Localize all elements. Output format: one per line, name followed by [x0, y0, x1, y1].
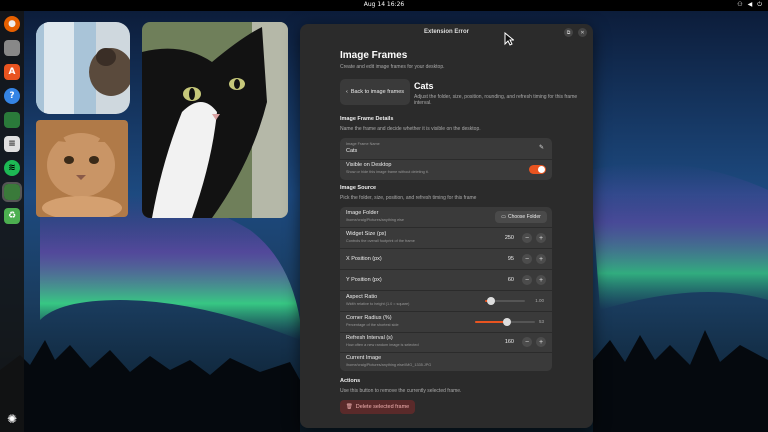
refresh-interval-decrement-button[interactable]: −: [522, 337, 532, 347]
refresh-interval-hint: How often a new random image is selected: [346, 343, 419, 347]
help-icon[interactable]: ?: [4, 88, 20, 104]
trash-icon: 🗑: [345, 404, 353, 410]
files-icon[interactable]: [4, 40, 20, 56]
back-button[interactable]: ‹ Back to image frames: [340, 79, 410, 105]
visible-row: Visible on Desktop Show or hide this ima…: [340, 160, 552, 180]
visible-toggle[interactable]: [529, 165, 546, 174]
name-field-label: Image Frame Name: [346, 142, 380, 146]
aspect-ratio-hint: Width relative to height (1.0 = square): [346, 302, 410, 306]
corner-radius-hint: Percentage of the shortest side: [346, 323, 399, 327]
app-center-icon[interactable]: A: [4, 64, 20, 80]
firefox-icon[interactable]: ●: [4, 16, 20, 32]
y-position-decrement-button[interactable]: −: [522, 275, 532, 285]
volume-icon[interactable]: ◀: [748, 1, 753, 9]
folder-path: /home/craig/Pictures/anything else: [346, 218, 405, 222]
window-title: Extension Error: [423, 29, 469, 35]
details-section-subtitle: Name the frame and decide whether it is …: [340, 126, 481, 132]
corner-radius-slider-handle[interactable]: [502, 318, 511, 326]
widget-size-value[interactable]: 250: [505, 235, 514, 241]
folder-row: Image Folder /home/craig/Pictures/anythi…: [340, 207, 552, 227]
choose-folder-button[interactable]: ▭ Choose Folder: [495, 211, 547, 223]
refresh-interval-increment-button[interactable]: +: [536, 337, 546, 347]
x-position-row: X Position (px) 95 − +: [340, 249, 552, 269]
copy-icon[interactable]: ⧉: [564, 28, 573, 37]
corner-radius-label: Corner Radius (%): [346, 315, 392, 321]
clock[interactable]: Aug 14 16:26: [0, 1, 768, 8]
name-row[interactable]: Image Frame Name Cats ✎: [340, 138, 552, 159]
widget-size-increment-button[interactable]: +: [536, 233, 546, 243]
frame-subtitle: Adjust the folder, size, position, round…: [414, 94, 578, 100]
x-position-label: X Position (px): [346, 256, 382, 262]
edit-icon[interactable]: ✎: [539, 144, 544, 151]
refresh-interval-label: Refresh Interval (s): [346, 335, 393, 341]
widget-size-hint: Controls the overall footprint of the fr…: [346, 239, 415, 243]
close-icon[interactable]: ✕: [578, 28, 587, 37]
widget-size-row: Widget Size (px) Controls the overall fo…: [340, 228, 552, 248]
source-card: Image Folder /home/craig/Pictures/anythi…: [340, 207, 552, 371]
x-position-value[interactable]: 95: [508, 256, 514, 262]
visible-label: Visible on Desktop: [346, 162, 392, 168]
widget-size-decrement-button[interactable]: −: [522, 233, 532, 243]
image-frame-photo: [36, 22, 130, 114]
frame-title: Cats: [414, 81, 434, 91]
x-position-increment-button[interactable]: +: [536, 254, 546, 264]
network-icon[interactable]: ⚇: [737, 1, 742, 9]
power-icon[interactable]: ⏻: [757, 1, 762, 9]
aspect-ratio-slider-handle[interactable]: [487, 297, 495, 305]
mouse-cursor-icon: [504, 32, 514, 46]
ubuntu-logo-icon[interactable]: ✺: [4, 411, 20, 427]
source-section-subtitle: Pick the folder, size, position, and ref…: [340, 195, 477, 201]
name-field[interactable]: Cats: [346, 148, 357, 154]
page-title: Image Frames: [340, 50, 408, 61]
y-position-increment-button[interactable]: +: [536, 275, 546, 285]
frame-subtitle-line2: interval.: [414, 100, 432, 106]
folder-icon: ▭: [501, 214, 506, 220]
app-icon[interactable]: [4, 112, 20, 128]
delete-frame-button[interactable]: 🗑 Delete selected frame: [340, 400, 415, 414]
aspect-ratio-row: Aspect Ratio Width relative to height (1…: [340, 291, 552, 311]
aspect-ratio-label: Aspect Ratio: [346, 294, 378, 300]
refresh-interval-value[interactable]: 160: [505, 339, 514, 345]
system-tray[interactable]: ⚇ ◀ ⏻: [737, 1, 762, 9]
current-image-row: Current Image /home/craig/Pictures/anyth…: [340, 353, 552, 371]
image-frame-photo: [36, 120, 128, 217]
image-frame-photo: [142, 22, 288, 218]
source-section-title: Image Source: [340, 185, 377, 191]
refresh-interval-row: Refresh Interval (s) How often a new ran…: [340, 333, 552, 352]
details-section-title: Image Frame Details: [340, 116, 394, 122]
y-position-label: Y Position (px): [346, 277, 382, 283]
trash-icon[interactable]: ♻: [4, 208, 20, 224]
visible-hint: Show or hide this image frame without de…: [346, 170, 429, 174]
x-position-decrement-button[interactable]: −: [522, 254, 532, 264]
delete-frame-label: Delete selected frame: [355, 404, 410, 410]
folder-label: Image Folder: [346, 210, 379, 216]
spotify-icon[interactable]: ≋: [4, 160, 20, 176]
page-subtitle: Create and edit image frames for your de…: [340, 64, 445, 70]
text-editor-icon[interactable]: ≡: [4, 136, 20, 152]
corner-radius-row: Corner Radius (%) Percentage of the shor…: [340, 312, 552, 332]
top-bar: Aug 14 16:26 ⚇ ◀ ⏻: [0, 0, 768, 11]
toggle-knob: [538, 166, 545, 173]
choose-folder-label: Choose Folder: [507, 214, 541, 220]
details-card: Image Frame Name Cats ✎ Visible on Deskt…: [340, 138, 552, 180]
dock: ● A ? ≡ ≋ ♻ ✺: [0, 11, 24, 432]
y-position-row: Y Position (px) 60 − +: [340, 270, 552, 290]
current-image-path: /home/craig/Pictures/anything else/IMG_1…: [346, 363, 432, 367]
extension-app-icon[interactable]: [2, 182, 22, 202]
aspect-ratio-value: 1.00: [535, 298, 544, 303]
widget-size-label: Widget Size (px): [346, 231, 387, 237]
chevron-left-icon: ‹: [345, 89, 348, 95]
actions-section-subtitle: Use this button to remove the currently …: [340, 388, 462, 394]
dialog-titlebar[interactable]: Extension Error ⧉ ✕: [300, 24, 593, 42]
corner-radius-value: 53: [538, 319, 544, 324]
actions-section-title: Actions: [340, 378, 361, 384]
image-frames-dialog: Extension Error ⧉ ✕ Image Frames Create …: [300, 24, 593, 428]
current-image-label: Current Image: [346, 355, 382, 361]
y-position-value[interactable]: 60: [508, 277, 514, 283]
back-button-label: Back to image frames: [350, 89, 405, 95]
